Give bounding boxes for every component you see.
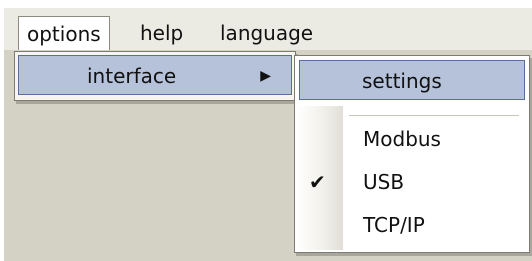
submenu-arrow-icon: ▶ (260, 68, 271, 84)
menu-item-interface-label: interface (87, 64, 177, 88)
menu-language[interactable]: language (212, 16, 321, 50)
submenu-item-modbus[interactable]: Modbus (297, 119, 527, 159)
submenu-item-tcpip[interactable]: TCP/IP (297, 205, 527, 245)
submenu-item-settings[interactable]: settings (299, 60, 525, 100)
menu-item-interface[interactable]: interface ▶ (18, 55, 292, 95)
submenu-item-settings-label: settings (362, 69, 442, 93)
interface-submenu: settings Modbus ✔ USB TCP/IP (294, 55, 530, 253)
menu-options[interactable]: options (18, 16, 110, 50)
menu-options-label: options (27, 22, 101, 46)
submenu-item-usb[interactable]: ✔ USB (297, 162, 527, 202)
menu-help-label: help (140, 21, 184, 45)
submenu-item-tcpip-label: TCP/IP (363, 213, 425, 237)
submenu-item-usb-label: USB (363, 170, 405, 194)
options-dropdown: interface ▶ (14, 51, 296, 101)
menu-bar: options help language (4, 8, 532, 50)
menu-language-label: language (220, 21, 314, 45)
menu-help[interactable]: help (132, 16, 191, 50)
submenu-separator (349, 115, 519, 116)
submenu-item-modbus-label: Modbus (363, 127, 441, 151)
checkmark-icon: ✔ (309, 170, 326, 194)
